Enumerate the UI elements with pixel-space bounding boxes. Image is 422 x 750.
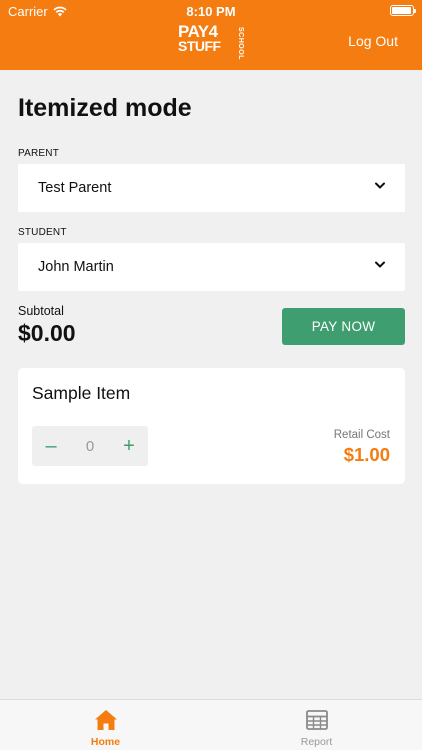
student-select-value: John Martin bbox=[38, 259, 114, 275]
tab-report[interactable]: Report bbox=[211, 700, 422, 750]
subtotal-value: $0.00 bbox=[18, 320, 76, 346]
battery-icon bbox=[390, 5, 416, 16]
table-icon bbox=[306, 710, 328, 730]
chevron-down-icon bbox=[375, 261, 385, 268]
subtotal-label: Subtotal bbox=[18, 304, 64, 318]
parent-label: PARENT bbox=[18, 148, 60, 159]
quantity-value[interactable]: 0 bbox=[70, 426, 110, 466]
item-name: Sample Item bbox=[32, 383, 131, 403]
home-icon bbox=[95, 710, 117, 730]
status-bar: Carrier 8:10 PM bbox=[0, 0, 422, 22]
parent-select[interactable]: Test Parent bbox=[18, 164, 405, 212]
logo-line-3: SCHOOL bbox=[237, 27, 244, 60]
retail-cost-value: $1.00 bbox=[343, 444, 390, 465]
chevron-down-icon bbox=[375, 182, 385, 189]
item-card: Sample Item – 0 + Retail Cost $1.00 bbox=[18, 368, 405, 484]
status-right bbox=[390, 5, 416, 16]
page-title: Itemized mode bbox=[18, 94, 192, 122]
student-label: STUDENT bbox=[18, 227, 67, 238]
tab-bar: Home Report bbox=[0, 699, 422, 750]
increment-button[interactable]: + bbox=[110, 426, 148, 466]
parent-select-value: Test Parent bbox=[38, 180, 112, 196]
app-header: Carrier 8:10 PM PAY4 STUFF SCHOOL Log Ou… bbox=[0, 0, 422, 70]
tab-home[interactable]: Home bbox=[0, 700, 211, 750]
status-time: 8:10 PM bbox=[186, 4, 236, 19]
quantity-stepper: – 0 + bbox=[32, 426, 148, 466]
retail-cost-label: Retail Cost bbox=[333, 429, 390, 441]
tab-home-label: Home bbox=[90, 736, 121, 748]
pay-now-button[interactable]: PAY NOW bbox=[282, 308, 405, 345]
tab-report-label: Report bbox=[300, 736, 333, 748]
pay4stuff-logo: PAY4 STUFF SCHOOL bbox=[178, 23, 246, 60]
student-select[interactable]: John Martin bbox=[18, 243, 405, 291]
decrement-button[interactable]: – bbox=[32, 426, 70, 466]
logout-button[interactable]: Log Out bbox=[348, 33, 398, 49]
